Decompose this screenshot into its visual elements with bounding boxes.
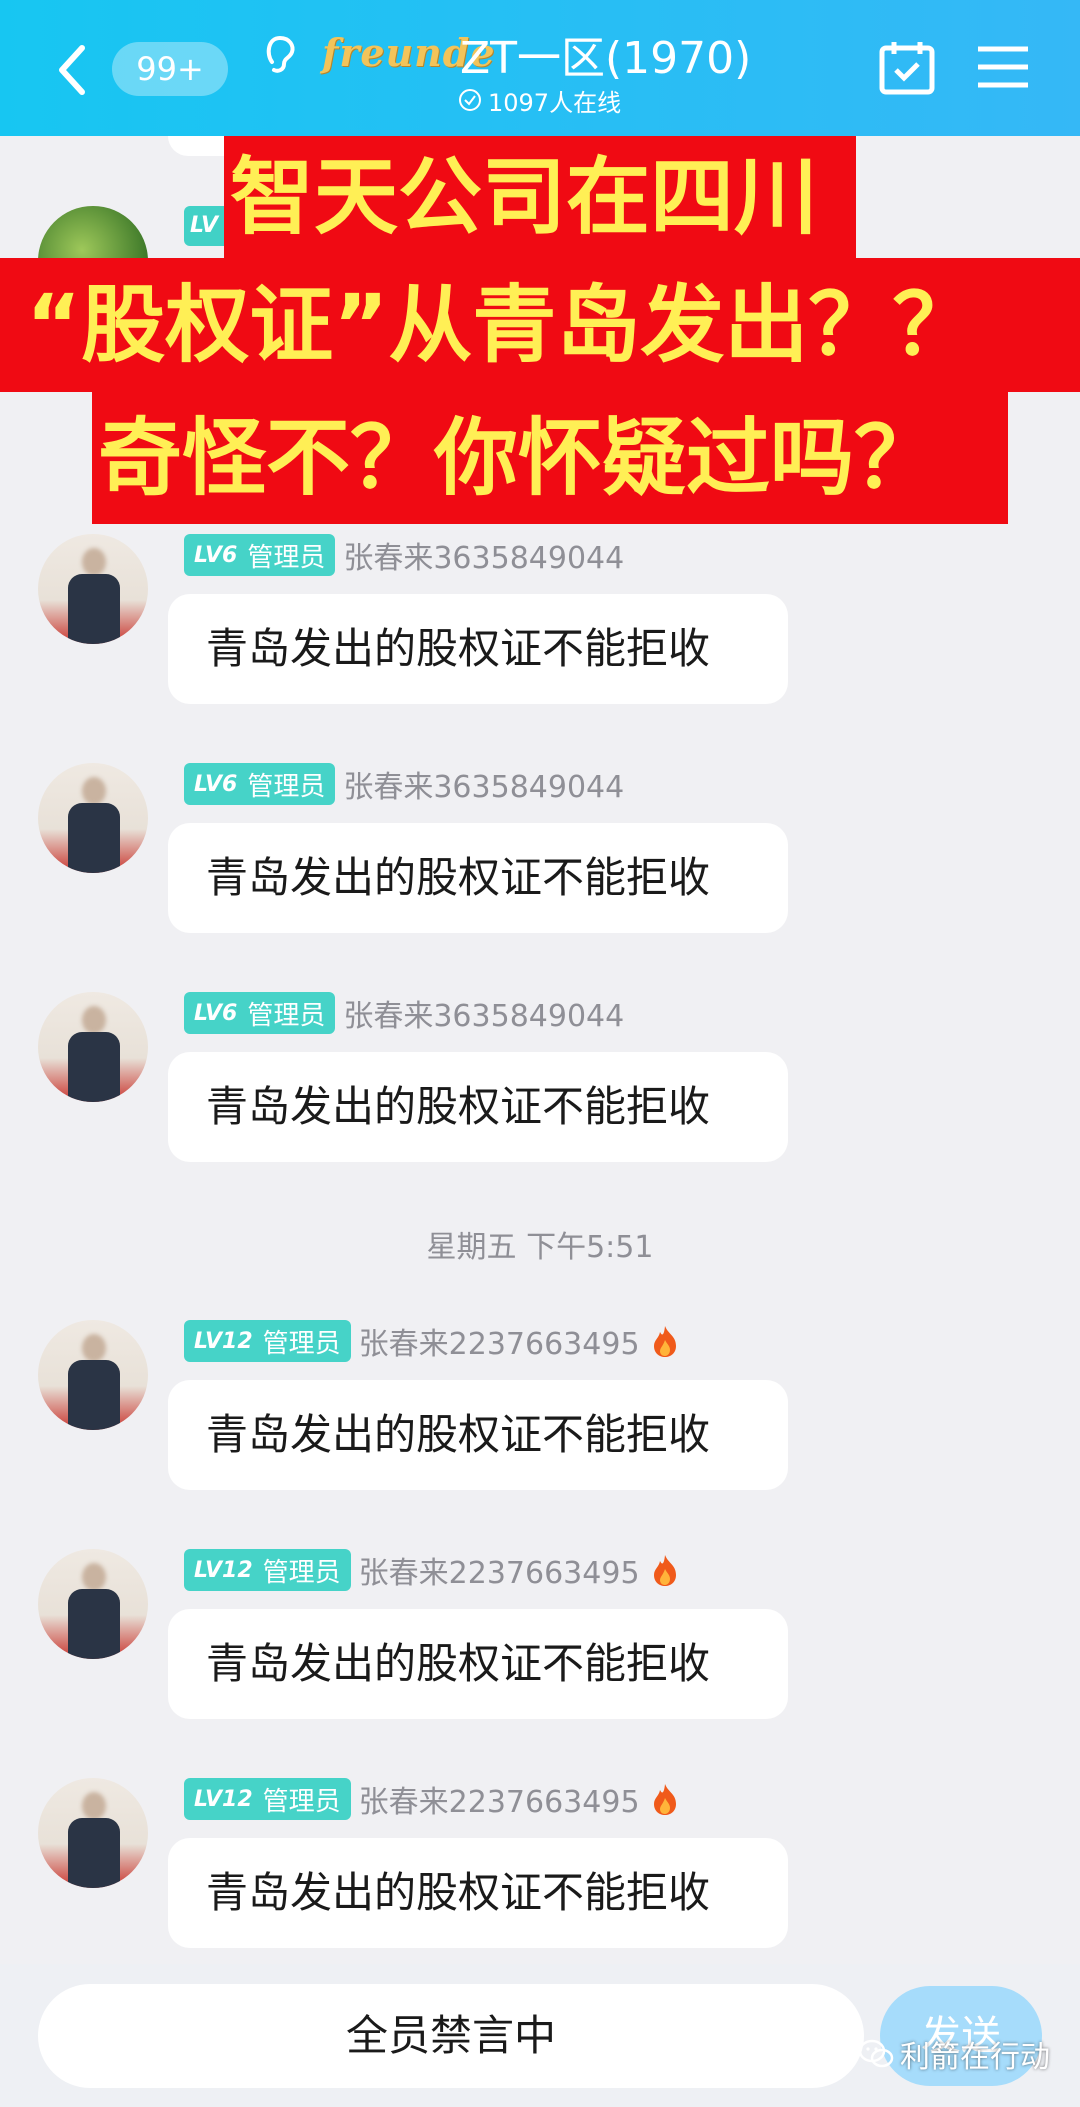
avatar[interactable] [38,1320,148,1430]
role-label: 管理员 [262,1328,341,1359]
avatar[interactable] [38,992,148,1102]
level-role-badge: LV12 管理员 [184,1549,351,1591]
message-bubble[interactable]: 青岛发出的股权证不能拒收 [168,1838,788,1948]
calendar-check-icon[interactable] [878,40,936,96]
sender-name[interactable]: 张春来2237663495 [359,1548,640,1592]
message-bubble[interactable]: 青岛发出的股权证不能拒收 [168,823,788,933]
back-arrow-icon[interactable] [52,42,92,98]
sender-name[interactable]: 张春来2237663495 [359,1319,640,1363]
role-label: 管理员 [262,1557,341,1588]
fire-icon [653,1326,676,1357]
level-label: LV12 [194,1786,253,1812]
level-role-badge: LV6 管理员 [184,763,336,805]
sender-meta: LV6 管理员 张春来3635849044 [184,763,624,805]
sender-meta: LV6 管理员 张春来3635849044 [184,992,624,1034]
sender-name[interactable]: 张春来3635849044 [343,762,624,806]
level-badge: LV [184,206,224,246]
role-label: 管理员 [247,542,326,573]
message-input-muted[interactable]: 全员禁言中 [38,1984,864,2088]
level-role-badge: LV6 管理员 [184,534,336,576]
watermark-text: 利箭在行动 [900,2040,1050,2075]
sender-meta: LV6 管理员 张春来3635849044 [184,534,624,576]
sender-name[interactable]: 张春来2237663495 [359,1777,640,1821]
message-item: LV6 管理员 张春来3635849044 青岛发出的股权证不能拒收 [0,763,1080,993]
group-title[interactable]: ZT一区(1970) [460,22,751,86]
avatar[interactable] [38,1549,148,1659]
message-item: LV6 管理员 张春来3635849044 青岛发出的股权证不能拒收 [0,992,1080,1222]
message-bubble[interactable]: 青岛发出的股权证不能拒收 [168,594,788,704]
message-bubble[interactable]: 青岛发出的股权证不能拒收 [168,1380,788,1490]
wechat-watermark: 利箭在行动 [858,2034,1050,2075]
ear-icon[interactable] [262,32,298,76]
avatar[interactable] [38,1778,148,1888]
message-item: LV6 管理员 张春来3635849044 青岛发出的股权证不能拒收 [0,534,1080,764]
message-item: LV12 管理员 张春来2237663495 青岛发出的股权证不能拒收 [0,1549,1080,1779]
sender-name[interactable]: 张春来3635849044 [343,991,624,1035]
message-bubble[interactable]: 青岛发出的股权证不能拒收 [168,1052,788,1162]
level-label: LV6 [194,1000,238,1026]
role-label: 管理员 [247,771,326,802]
sender-meta: LV12 管理员 张春来2237663495 [184,1778,680,1820]
online-status: 1097人在线 [458,84,622,117]
fire-icon [653,1555,676,1586]
chat-header: 99+ freunde ZT一区(1970) 1097人在线 [0,0,1080,136]
role-label: 管理员 [247,1000,326,1031]
role-label: 管理员 [262,1786,341,1817]
sender-meta: LV12 管理员 张春来2237663495 [184,1320,680,1362]
wechat-icon [858,2039,894,2068]
menu-icon[interactable] [976,44,1030,90]
message-timestamp: 星期五 下午5:51 [426,1230,654,1265]
level-role-badge: LV6 管理员 [184,992,336,1034]
unread-count-badge[interactable]: 99+ [112,42,228,96]
online-count: 1097人在线 [488,88,622,117]
message-item: LV12 管理员 张春来2237663495 青岛发出的股权证不能拒收 [0,1320,1080,1550]
sender-meta: LV12 管理员 张春来2237663495 [184,1549,680,1591]
message-bubble[interactable]: 青岛发出的股权证不能拒收 [168,1609,788,1719]
level-label: LV12 [194,1328,253,1354]
avatar[interactable] [38,534,148,644]
sender-name[interactable]: 张春来3635849044 [343,533,624,577]
level-role-badge: LV12 管理员 [184,1778,351,1820]
level-label: LV6 [194,771,238,797]
overlay-caption-line-1: 智天公司在四川 [224,136,856,258]
level-role-badge: LV12 管理员 [184,1320,351,1362]
shield-check-icon [459,89,481,111]
level-label: LV6 [194,542,238,568]
overlay-caption-line-3: 奇怪不？你怀疑过吗？ [92,392,1008,524]
level-label: LV12 [194,1557,253,1583]
avatar[interactable] [38,763,148,873]
overlay-caption-line-2: “股权证”从青岛发出？？ [0,258,1080,392]
fire-icon [653,1784,676,1815]
